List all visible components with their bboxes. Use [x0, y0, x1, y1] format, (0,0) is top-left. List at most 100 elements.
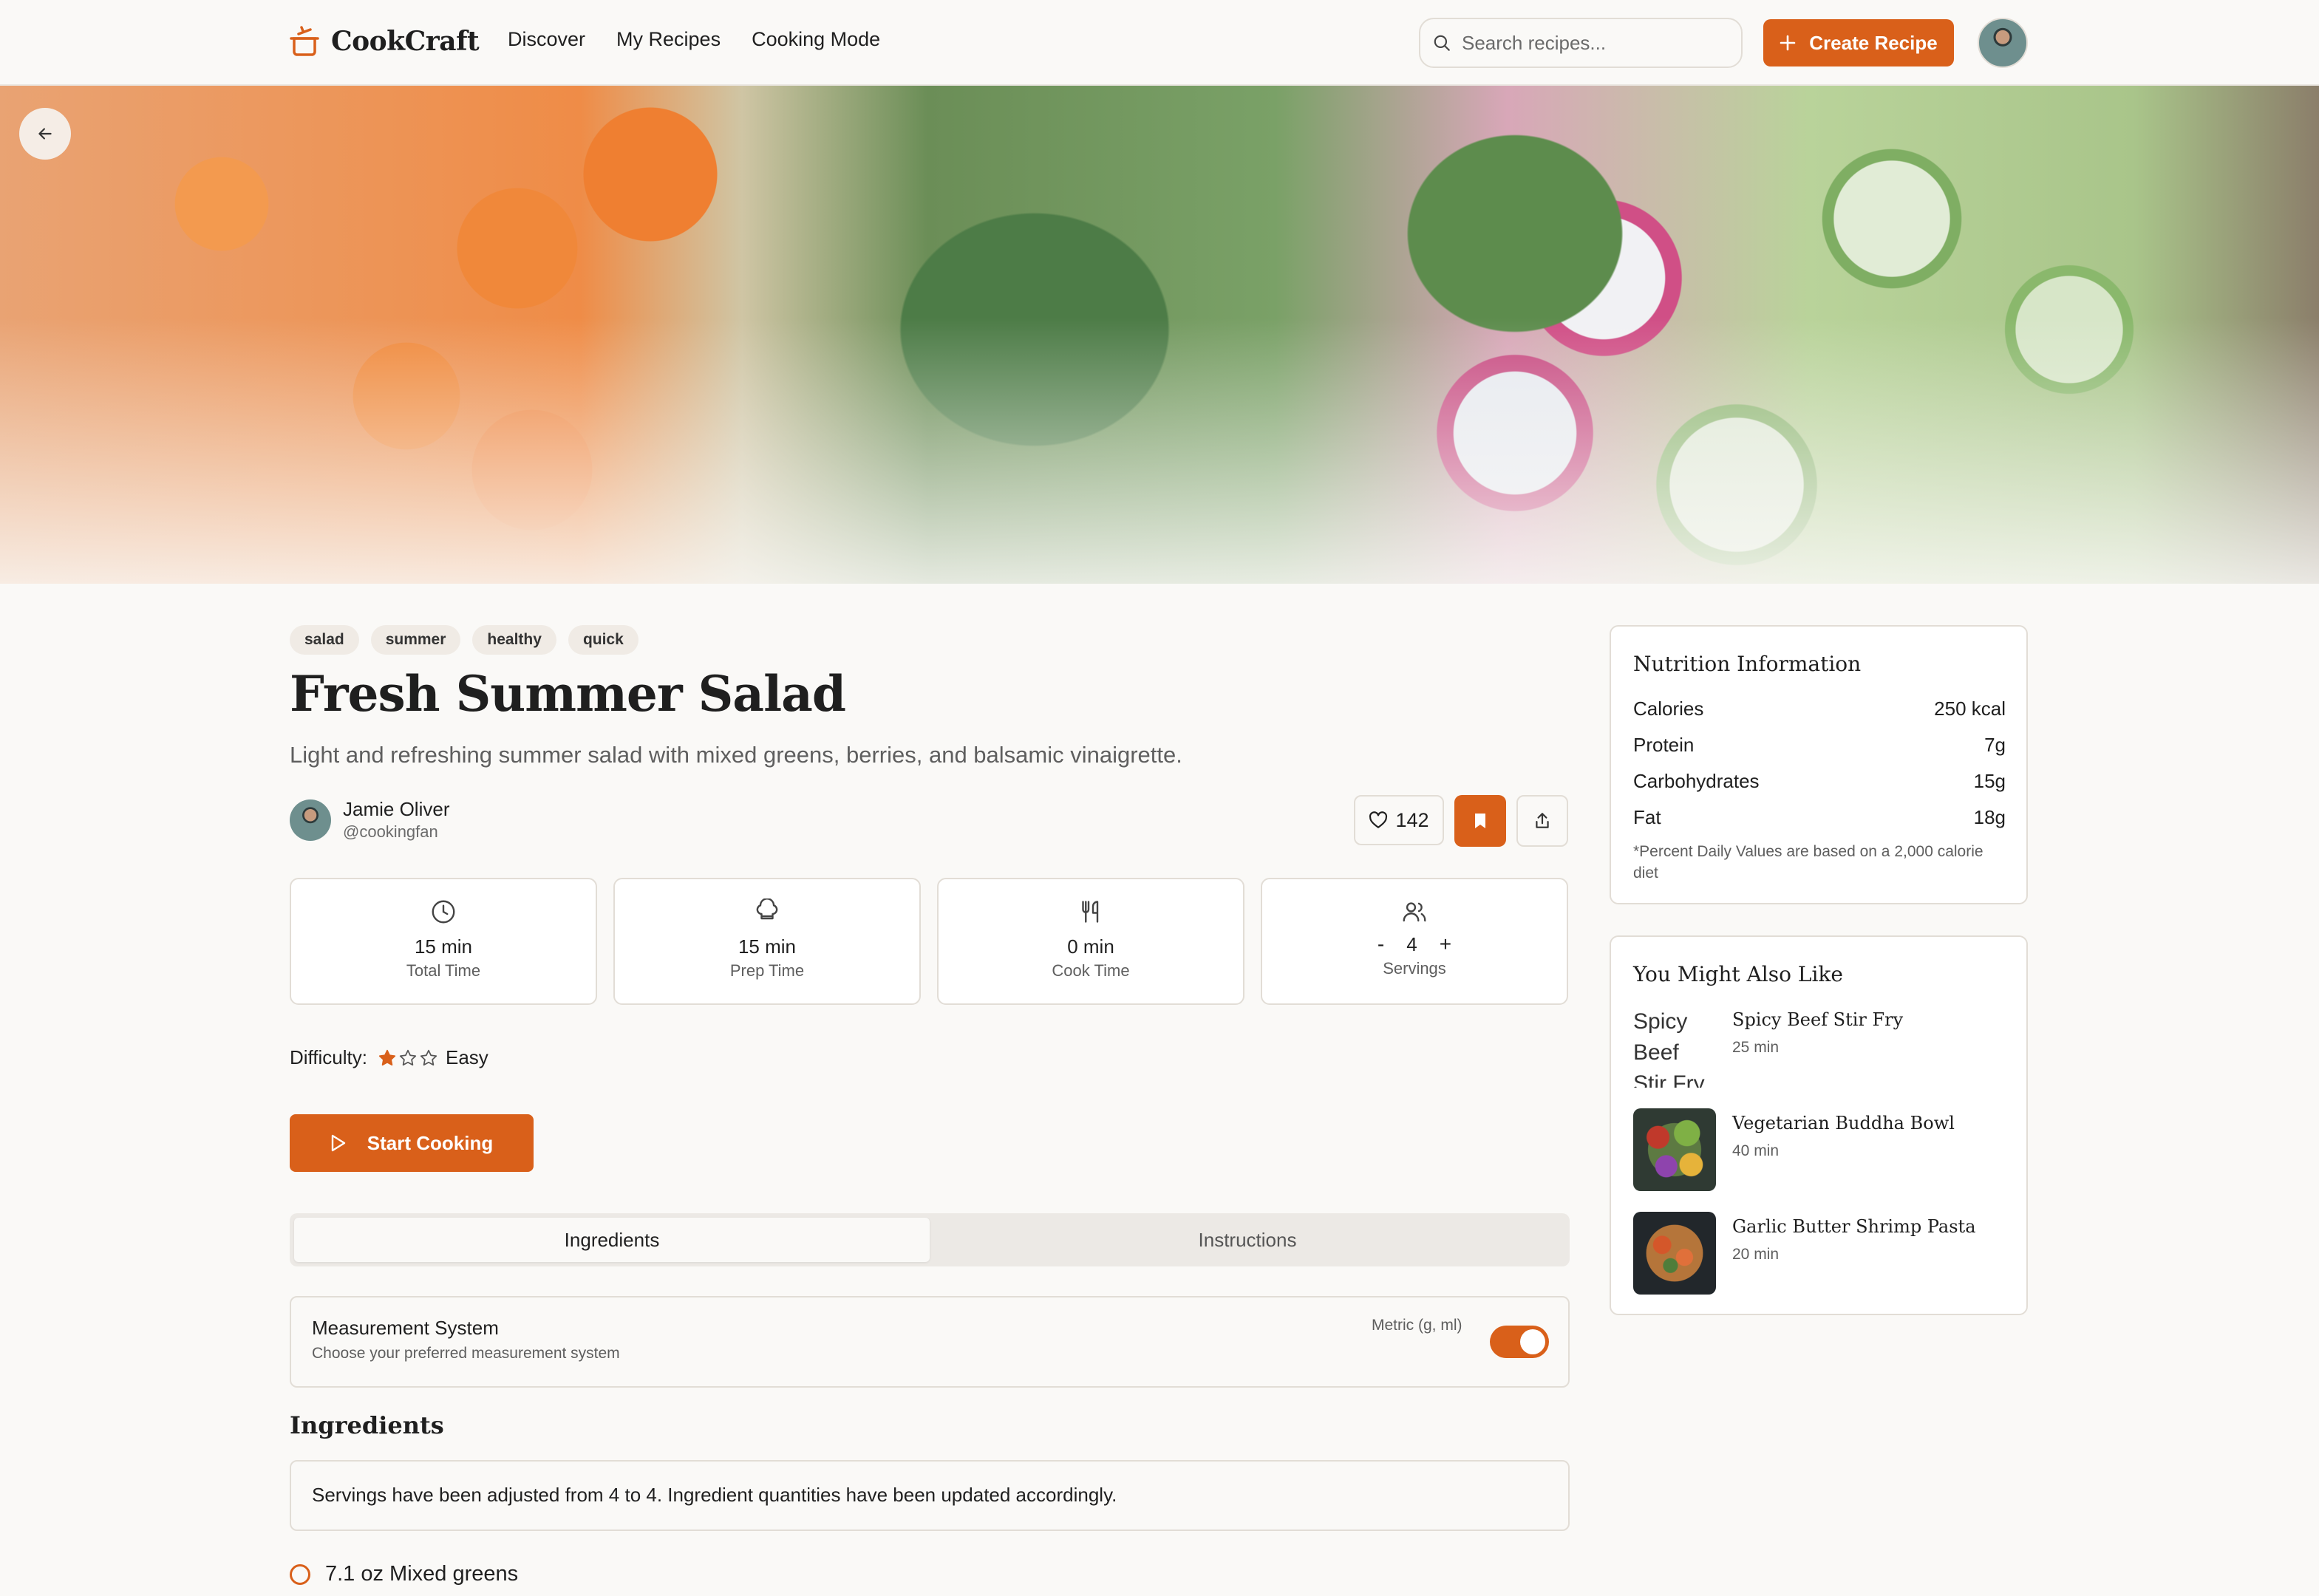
logo[interactable]: CookCraft — [290, 25, 480, 58]
search-box[interactable] — [1419, 18, 1743, 68]
ingredient-item[interactable]: 7.1 oz Mixed greens — [290, 1562, 518, 1586]
chef-hat-icon — [756, 898, 778, 920]
heart-icon — [1369, 811, 1388, 828]
clock-icon — [432, 900, 455, 924]
stat-servings: - 4 + Servings — [1261, 878, 1568, 1005]
nutrition-value: 15g — [1973, 770, 2006, 792]
nutrition-title: Nutrition Information — [1633, 652, 1862, 676]
top-header: CookCraft Discover My Recipes Cooking Mo… — [0, 0, 2319, 86]
servings-label: Servings — [1383, 959, 1446, 978]
recipe-thumbnail — [1633, 1212, 1716, 1295]
nav-cooking-mode[interactable]: Cooking Mode — [752, 28, 880, 51]
similar-recipe-name: Spicy Beef Stir Fry — [1732, 1009, 1904, 1030]
ingredients-heading: Ingredients — [290, 1411, 444, 1439]
like-count: 142 — [1395, 808, 1429, 831]
recipe-thumbnail-broken: Spicy Beef Stir Fry — [1633, 1009, 1705, 1088]
difficulty-stars — [378, 1048, 438, 1068]
nutrition-card: Nutrition Information Calories 250 kcal … — [1610, 625, 2028, 904]
similar-recipe-time: 40 min — [1732, 1142, 1780, 1159]
star-icon — [399, 1049, 417, 1065]
nutrition-row-protein: Protein 7g — [1633, 734, 2006, 757]
nutrition-row-fat: Fat 18g — [1633, 806, 2006, 829]
back-button[interactable] — [19, 108, 71, 160]
user-avatar[interactable] — [1978, 18, 2028, 68]
difficulty-label: Difficulty: — [290, 1046, 367, 1068]
plus-icon — [1780, 35, 1796, 51]
cooking-pot-icon — [290, 26, 319, 56]
cook-time-value: 0 min — [1067, 935, 1114, 958]
arrow-left-icon — [38, 128, 52, 140]
nutrition-value: 7g — [1984, 734, 2006, 756]
author-name: Jamie Oliver — [343, 798, 450, 820]
star-icon — [420, 1049, 437, 1065]
tab-ingredients[interactable]: Ingredients — [294, 1218, 930, 1262]
servings-notice: Servings have been adjusted from 4 to 4.… — [290, 1460, 1570, 1531]
nutrition-label: Protein — [1633, 734, 1695, 756]
measurement-title: Measurement System — [312, 1317, 499, 1339]
stat-prep-time: 15 min Prep Time — [613, 878, 921, 1005]
similar-recipe-name: Garlic Butter Shrimp Pasta — [1732, 1216, 1976, 1237]
nutrition-label: Fat — [1633, 806, 1661, 828]
author-avatar — [290, 799, 331, 841]
servings-value: 4 — [1406, 932, 1417, 955]
increase-servings-button[interactable]: + — [1440, 932, 1451, 956]
measurement-subtitle: Choose your preferred measurement system — [312, 1345, 620, 1362]
nutrition-row-calories: Calories 250 kcal — [1633, 698, 2006, 720]
nutrition-row-carbohydrates: Carbohydrates 15g — [1633, 770, 2006, 793]
share-icon — [1536, 813, 1549, 828]
nav-my-recipes[interactable]: My Recipes — [616, 28, 721, 51]
tab-instructions[interactable]: Instructions — [930, 1218, 1565, 1262]
tag-quick[interactable]: quick — [568, 625, 639, 655]
ingredient-checkbox[interactable] — [290, 1563, 310, 1585]
nutrition-note: *Percent Daily Values are based on a 2,0… — [1633, 843, 1983, 881]
author-handle: @cookingfan — [343, 822, 438, 841]
tag-list: salad summer healthy quick — [290, 625, 639, 655]
main-nav: Discover My Recipes Cooking Mode — [508, 28, 880, 51]
stat-cook-time: 0 min Cook Time — [937, 878, 1244, 1005]
difficulty-value: Easy — [446, 1046, 488, 1068]
start-cooking-button[interactable]: Start Cooking — [290, 1114, 534, 1172]
nutrition-label: Calories — [1633, 698, 1704, 720]
similar-recipe-name: Vegetarian Buddha Bowl — [1732, 1113, 1955, 1133]
similar-recipe-time: 20 min — [1732, 1246, 1780, 1263]
tag-healthy[interactable]: healthy — [472, 625, 556, 655]
decrease-servings-button[interactable]: - — [1378, 932, 1384, 956]
recipe-thumbnail — [1633, 1108, 1716, 1191]
tag-salad[interactable]: salad — [290, 625, 359, 655]
recipe-title: Fresh Summer Salad — [290, 665, 846, 723]
cook-time-label: Cook Time — [1052, 961, 1130, 980]
prep-time-label: Prep Time — [729, 961, 805, 980]
measurement-toggle[interactable] — [1490, 1326, 1549, 1358]
nutrition-value: 18g — [1973, 806, 2006, 828]
servings-stepper: - 4 + — [1378, 932, 1451, 956]
difficulty-row: Difficulty: Easy — [290, 1046, 488, 1069]
search-input[interactable] — [1462, 31, 1728, 55]
search-icon — [1434, 35, 1450, 51]
recipe-description: Light and refreshing summer salad with m… — [290, 742, 1182, 768]
author-info[interactable]: Jamie Oliver @cookingfan — [290, 798, 449, 842]
bookmark-button[interactable] — [1454, 795, 1506, 847]
ingredient-label: 7.1 oz Mixed greens — [325, 1562, 519, 1586]
share-button[interactable] — [1516, 795, 1568, 847]
total-time-value: 15 min — [414, 935, 473, 958]
similar-recipe-time: 25 min — [1732, 1039, 1780, 1056]
hero-image — [0, 86, 2319, 584]
utensils-icon — [1082, 901, 1099, 923]
total-time-label: Total Time — [406, 961, 481, 980]
similar-recipe-item[interactable]: Spicy Beef Stir Fry Spicy Beef Stir Fry … — [1633, 1005, 1903, 1088]
prep-time-value: 15 min — [738, 935, 797, 958]
start-cooking-label: Start Cooking — [367, 1131, 494, 1154]
measurement-value: Metric (g, ml) — [1372, 1317, 1462, 1334]
similar-recipe-item[interactable]: Vegetarian Buddha Bowl 40 min — [1633, 1108, 1955, 1191]
recipe-tabs: Ingredients Instructions — [290, 1213, 1570, 1266]
similar-title: You Might Also Like — [1633, 962, 1843, 986]
create-recipe-button[interactable]: Create Recipe — [1763, 19, 1954, 66]
tag-summer[interactable]: summer — [370, 625, 461, 655]
similar-recipe-item[interactable]: Garlic Butter Shrimp Pasta 20 min — [1633, 1212, 1976, 1295]
play-icon — [331, 1134, 345, 1152]
nav-discover[interactable]: Discover — [508, 28, 585, 51]
like-button[interactable]: 142 — [1354, 795, 1444, 845]
app-name: CookCraft — [331, 26, 480, 57]
nutrition-label: Carbohydrates — [1633, 770, 1760, 792]
stat-total-time: 15 min Total Time — [290, 878, 597, 1005]
